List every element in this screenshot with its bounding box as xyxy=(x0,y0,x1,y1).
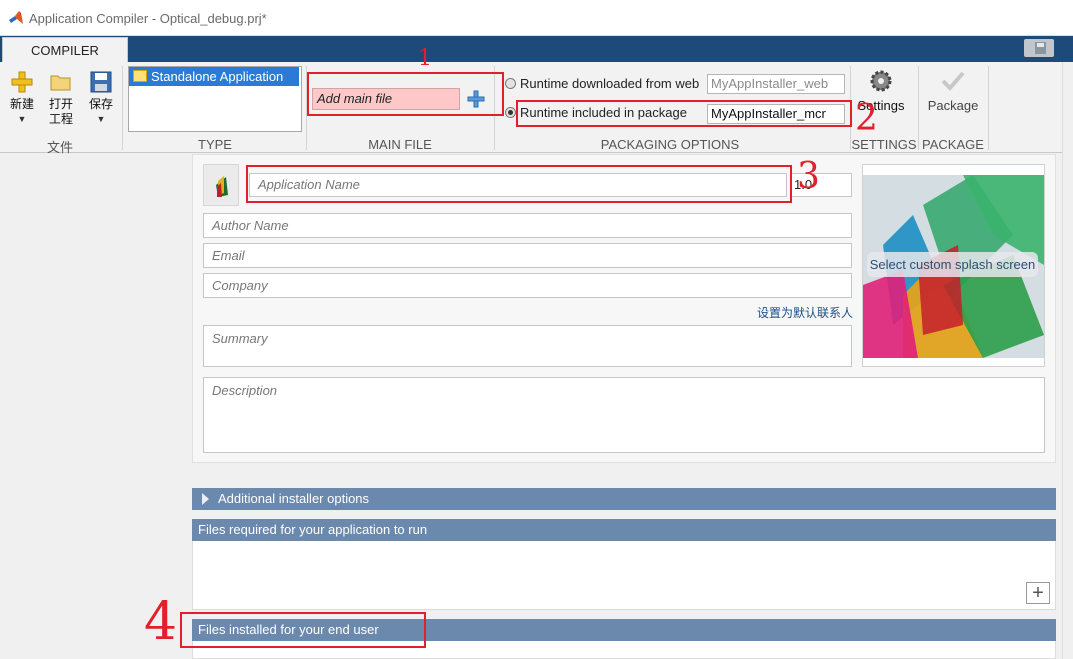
new-icon xyxy=(11,71,33,93)
separator xyxy=(988,66,989,150)
tab-strip xyxy=(0,36,1073,62)
main-file-group-label: MAIN FILE xyxy=(368,137,432,152)
annotation-box-2 xyxy=(516,100,852,127)
settings-group-label: SETTINGS xyxy=(851,137,917,152)
email-input[interactable]: Email xyxy=(203,243,852,268)
type-group-label: TYPE xyxy=(198,137,232,152)
package-button[interactable]: Package xyxy=(924,68,982,113)
additional-installer-options-bar[interactable]: Additional installer options xyxy=(192,488,1056,510)
checkmark-icon xyxy=(941,71,965,91)
packaging-group-label: PACKAGING OPTIONS xyxy=(600,137,740,152)
quick-access-save-icon[interactable] xyxy=(1024,39,1054,57)
new-dropdown-icon[interactable]: ▼ xyxy=(7,112,37,127)
open-project-button[interactable]: 打开 工程 xyxy=(46,70,76,127)
summary-input[interactable]: Summary xyxy=(203,325,852,367)
open-folder-icon xyxy=(50,75,71,91)
files-required-list[interactable] xyxy=(192,541,1056,610)
gear-icon xyxy=(870,70,892,92)
annotation-number-4: 4 xyxy=(144,592,178,652)
save-dropdown-icon[interactable]: ▼ xyxy=(86,112,116,127)
matlab-logo-icon xyxy=(9,11,23,24)
app-icon xyxy=(216,176,228,197)
description-input[interactable]: Description xyxy=(203,377,1045,453)
vertical-scrollbar[interactable] xyxy=(1062,62,1073,659)
runtime-web-radio[interactable] xyxy=(505,78,516,89)
window-title: Application Compiler - Optical_debug.prj… xyxy=(29,11,267,26)
app-icon-selector[interactable] xyxy=(203,164,239,206)
annotation-box-3 xyxy=(246,165,792,203)
package-group-label: PACKAGE xyxy=(922,137,984,152)
new-button[interactable]: 新建 ▼ xyxy=(7,70,37,127)
runtime-web-label: Runtime downloaded from web xyxy=(520,76,700,91)
type-item-standalone[interactable]: Standalone Application xyxy=(129,67,299,86)
select-splash-button[interactable]: Select custom splash screen xyxy=(867,252,1038,277)
annotation-number-3: 3 xyxy=(797,156,820,197)
file-group-label: 文件 xyxy=(46,140,73,155)
set-default-contact-link[interactable]: 设置为默认联系人 xyxy=(757,304,853,321)
runtime-web-field[interactable]: MyAppInstaller_web xyxy=(707,74,845,94)
save-button[interactable]: 保存 ▼ xyxy=(86,70,116,127)
save-icon xyxy=(90,71,112,93)
title-bar: Application Compiler - Optical_debug.prj… xyxy=(0,0,1073,36)
expand-arrow-icon[interactable] xyxy=(202,493,209,505)
runtime-package-radio[interactable] xyxy=(505,107,516,118)
annotation-number-1: 1 xyxy=(418,46,432,71)
annotation-box-4 xyxy=(180,612,426,648)
application-icon xyxy=(133,70,147,82)
plus-icon[interactable]: + xyxy=(1026,582,1050,604)
company-input[interactable]: Company xyxy=(203,273,852,298)
annotation-box-1 xyxy=(307,72,504,116)
tab-compiler[interactable]: COMPILER xyxy=(2,37,128,63)
author-input[interactable]: Author Name xyxy=(203,213,852,238)
files-required-bar: Files required for your application to r… xyxy=(192,519,1056,541)
separator xyxy=(122,66,123,150)
annotation-number-2: 2 xyxy=(855,98,878,139)
